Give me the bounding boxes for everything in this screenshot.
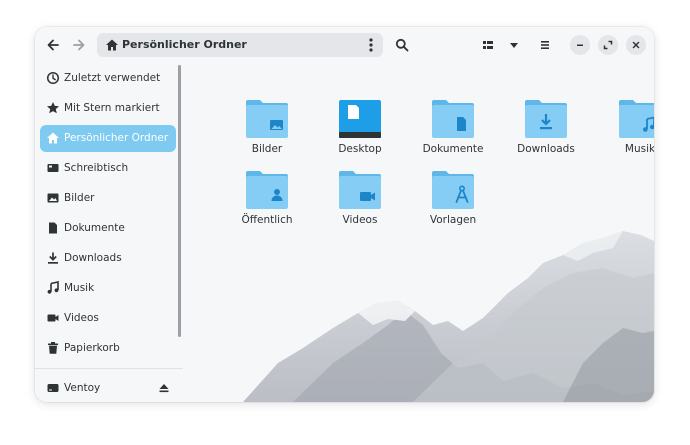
folder-videos-icon [339, 171, 381, 209]
folder-downloads-icon [525, 100, 567, 138]
desktop-icon [47, 164, 59, 172]
sidebar-item-label: Schreibtisch [64, 162, 129, 174]
folder-item[interactable]: Öffentlich [227, 170, 307, 240]
view-toggle-button[interactable] [476, 33, 500, 57]
path-bar[interactable]: Persönlicher Ordner [97, 33, 383, 57]
minimize-button[interactable] [570, 35, 590, 55]
sidebar-item-videos[interactable]: Videos [40, 305, 176, 332]
folder-item[interactable]: Vorlagen [413, 170, 493, 240]
sidebar-item-ventoy[interactable]: Ventoy [40, 375, 176, 402]
search-button[interactable] [390, 33, 414, 57]
folder-music-icon [619, 100, 654, 138]
home-icon [106, 39, 118, 51]
hamburger-menu-icon [541, 41, 549, 49]
home-icon [47, 132, 59, 144]
folder-label: Vorlagen [429, 214, 477, 226]
sidebar-item-label: Dokumente [64, 222, 125, 234]
sidebar-item-label: Videos [64, 312, 99, 324]
folder-label: Bilder [251, 143, 283, 155]
folder-documents-icon [432, 100, 474, 138]
folder-label: Downloads [517, 143, 575, 155]
video-icon [47, 314, 59, 322]
folder-item[interactable]: Musik [600, 99, 654, 169]
maximize-icon [603, 40, 613, 50]
folder-desktop-icon [339, 100, 381, 138]
forward-button[interactable] [67, 33, 91, 57]
folder-label: Videos [342, 214, 378, 226]
download-icon [48, 252, 58, 264]
sidebar-item-documents[interactable]: Dokumente [40, 215, 176, 242]
sidebar-item-label: Zuletzt verwendet [64, 72, 161, 84]
folder-label: Öffentlich [241, 214, 293, 226]
sidebar-item-label: Downloads [64, 252, 122, 264]
sidebar-item-label: Bilder [64, 192, 95, 204]
file-view: Bilder Desktop Dokumente Downloads Musik… [183, 63, 654, 402]
header-bar: Persönlicher Ordner [35, 27, 654, 63]
music-icon [47, 281, 59, 294]
sidebar-item-pictures[interactable]: Bilder [40, 185, 176, 212]
sidebar-divider [35, 368, 183, 369]
sidebar: Zuletzt verwendet Mit Stern markiert Per… [35, 63, 183, 402]
sidebar-item-downloads[interactable]: Downloads [40, 245, 176, 272]
minimize-icon [577, 44, 583, 46]
go-back-icon [47, 39, 59, 51]
sidebar-item-recent[interactable]: Zuletzt verwendet [40, 65, 176, 92]
sidebar-item-starred[interactable]: Mit Stern markiert [40, 95, 176, 122]
view-list-icon [483, 41, 493, 49]
eject-icon[interactable] [158, 382, 170, 394]
folder-templates-icon [432, 171, 474, 209]
close-icon [632, 41, 640, 49]
sidebar-item-music[interactable]: Musik [40, 275, 176, 302]
folder-label: Musik [624, 143, 654, 155]
star-icon [47, 102, 59, 114]
maximize-button[interactable] [598, 35, 618, 55]
folder-pictures-icon [246, 100, 288, 138]
folder-item[interactable]: Dokumente [413, 99, 493, 169]
folder-public-icon [246, 171, 288, 209]
search-icon [395, 38, 409, 52]
path-label: Persönlicher Ordner [122, 38, 247, 51]
folder-label: Dokumente [422, 143, 484, 155]
chevron-down-icon [510, 43, 518, 48]
file-manager-window: Persönlicher Ordner Zuletzt verwendet Mi… [35, 27, 654, 402]
sidebar-scrollbar[interactable] [178, 65, 181, 337]
view-options-button[interactable] [502, 33, 526, 57]
folder-item[interactable]: Bilder [227, 99, 307, 169]
main-menu-button[interactable] [533, 33, 557, 57]
sidebar-item-desktop[interactable]: Schreibtisch [40, 155, 176, 182]
go-forward-icon [73, 39, 85, 51]
back-button[interactable] [41, 33, 65, 57]
drive-icon [47, 384, 59, 392]
close-button[interactable] [626, 35, 646, 55]
sidebar-item-label: Mit Stern markiert [64, 102, 160, 114]
document-icon [49, 222, 57, 234]
sidebar-item-trash[interactable]: Papierkorb [40, 335, 176, 362]
sidebar-item-label: Musik [64, 282, 95, 294]
folder-item[interactable]: Desktop [320, 99, 400, 169]
trash-icon [48, 342, 58, 354]
sidebar-item-label: Persönlicher Ordner [64, 132, 169, 144]
sidebar-item-home[interactable]: Persönlicher Ordner [40, 125, 176, 152]
image-icon [47, 193, 59, 203]
path-menu-icon[interactable] [363, 36, 379, 54]
sidebar-item-label: Papierkorb [64, 342, 120, 354]
sidebar-item-label: Ventoy [64, 382, 101, 394]
folder-item[interactable]: Downloads [506, 99, 586, 169]
folder-label: Desktop [338, 143, 382, 155]
clock-icon [46, 71, 60, 85]
folder-item[interactable]: Videos [320, 170, 400, 240]
